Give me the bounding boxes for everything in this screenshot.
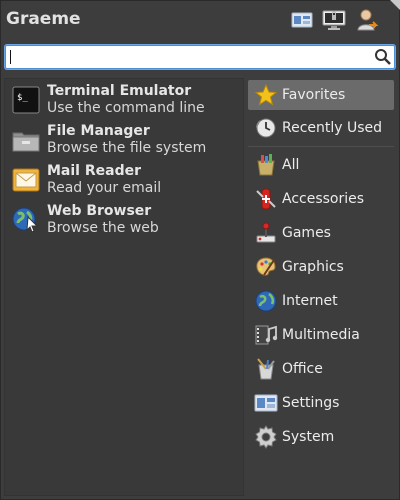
joystick-icon	[256, 222, 276, 243]
app-name: Terminal Emulator	[47, 83, 192, 99]
search-box[interactable]	[5, 45, 395, 70]
category-label: All	[282, 157, 300, 173]
svg-text:$_: $_	[17, 93, 28, 103]
category-label: System	[282, 429, 335, 445]
category-label: Games	[282, 225, 331, 241]
search-icon[interactable]	[374, 48, 392, 66]
folder-icon	[12, 132, 40, 152]
app-description: Read your email	[47, 180, 162, 196]
palette-icon	[256, 257, 276, 276]
category-accessories[interactable]: Accessories	[248, 184, 394, 214]
category-system[interactable]: System	[248, 422, 394, 452]
category-multimedia[interactable]: Multimedia	[248, 320, 394, 350]
category-label: Settings	[282, 395, 340, 411]
app-item-web-browser[interactable]: Web Browser Browse the web	[9, 201, 241, 239]
multimedia-icon	[255, 325, 278, 345]
app-item-terminal-emulator[interactable]: $_ Terminal Emulator Use the command lin…	[9, 81, 241, 119]
category-label: Graphics	[282, 259, 344, 275]
category-recently-used[interactable]: Recently Used	[248, 113, 394, 143]
terminal-icon: $_	[12, 86, 40, 114]
category-label: Internet	[282, 293, 338, 309]
category-internet[interactable]: Internet	[248, 286, 394, 316]
app-name: Web Browser	[47, 203, 152, 219]
app-name: File Manager	[47, 123, 150, 139]
category-all[interactable]: All	[248, 150, 394, 180]
app-item-mail-reader[interactable]: Mail Reader Read your email	[9, 161, 241, 199]
category-graphics[interactable]: Graphics	[248, 252, 394, 282]
clock-icon	[256, 118, 276, 138]
all-applications-icon	[257, 154, 275, 176]
app-name: Mail Reader	[47, 163, 141, 179]
category-divider	[248, 146, 394, 147]
settings-icon	[254, 394, 278, 412]
log-out-icon	[357, 9, 379, 31]
lock-screen-button[interactable]	[322, 8, 346, 32]
category-games[interactable]: Games	[248, 218, 394, 248]
category-label: Multimedia	[282, 327, 360, 343]
category-list: Favorites Recently Used All Accessories	[246, 78, 398, 494]
globe-icon	[255, 290, 277, 312]
web-browser-icon	[12, 207, 39, 233]
app-item-file-manager[interactable]: File Manager Browse the file system	[9, 121, 241, 159]
category-label: Accessories	[282, 191, 365, 207]
app-description: Browse the web	[47, 220, 159, 236]
office-icon	[257, 358, 275, 380]
menu-header: Graeme	[0, 0, 400, 42]
lock-screen-icon	[322, 10, 346, 30]
star-icon	[254, 83, 278, 106]
mail-icon	[12, 168, 40, 192]
app-description: Use the command line	[47, 100, 205, 116]
category-label: Office	[282, 361, 323, 377]
category-settings[interactable]: Settings	[248, 388, 394, 418]
user-name: Graeme	[6, 9, 81, 29]
settings-manager-icon	[291, 12, 313, 28]
settings-manager-button[interactable]	[290, 8, 314, 32]
favorites-app-list: $_ Terminal Emulator Use the command lin…	[4, 78, 244, 496]
category-favorites[interactable]: Favorites	[248, 80, 394, 110]
app-description: Browse the file system	[47, 140, 207, 156]
accessories-icon	[256, 188, 276, 210]
log-out-button[interactable]	[356, 8, 380, 32]
text-caret	[10, 50, 11, 64]
category-label: Favorites	[282, 87, 346, 103]
search-input[interactable]	[10, 46, 374, 70]
category-label: Recently Used	[282, 120, 383, 136]
category-office[interactable]: Office	[248, 354, 394, 384]
gear-icon	[255, 425, 277, 449]
